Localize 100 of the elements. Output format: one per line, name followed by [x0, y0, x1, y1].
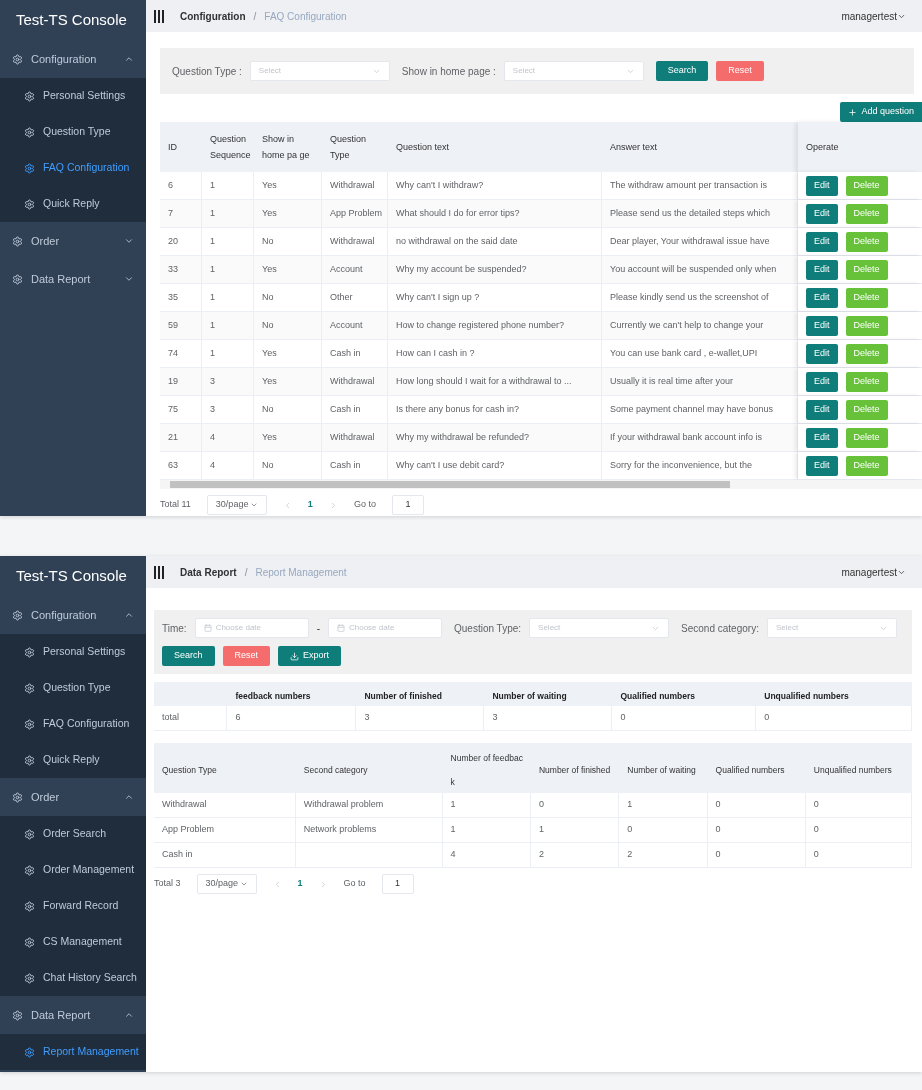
- table-cell: 0: [715, 848, 721, 862]
- sidebar-group[interactable]: Order: [0, 778, 146, 816]
- table-cell-text: 21: [168, 430, 178, 444]
- app-title: Test-TS Console: [16, 565, 127, 586]
- edit-button[interactable]: Edit: [806, 399, 838, 420]
- goto-field[interactable]: 1: [381, 874, 414, 894]
- sidebar-item[interactable]: FAQ Configuration: [0, 706, 146, 742]
- chevron-down-icon: [124, 236, 134, 246]
- edit-button[interactable]: Edit: [806, 343, 838, 364]
- edit-button[interactable]: Edit: [806, 231, 838, 252]
- table-cell-text: 6: [168, 178, 173, 192]
- gear-icon: [12, 273, 23, 285]
- column-header: Qualified numbers: [715, 765, 785, 775]
- sidebar-group[interactable]: Configuration: [0, 40, 146, 78]
- edit-button[interactable]: Edit: [806, 455, 838, 476]
- edit-button[interactable]: Edit: [806, 175, 838, 196]
- page-number[interactable]: 1: [297, 877, 303, 891]
- table-cell-text: 75: [168, 402, 178, 416]
- add-question-button[interactable]: Add question: [840, 102, 922, 122]
- reset-button[interactable]: Reset: [716, 61, 764, 81]
- breadcrumb-item[interactable]: Configuration: [180, 8, 246, 24]
- user-menu[interactable]: managertest: [841, 8, 914, 24]
- filter-label: Second category:: [681, 621, 759, 636]
- sidebar-item[interactable]: Question Type: [0, 670, 146, 706]
- table-cell-text: 63: [168, 458, 178, 472]
- menu-icon[interactable]: [154, 9, 164, 23]
- table-cell-text: 1: [210, 318, 215, 332]
- gear-icon: [24, 198, 35, 210]
- chevron-down-icon: [124, 274, 134, 284]
- user-menu[interactable]: managertest: [841, 564, 914, 580]
- sidebar-item[interactable]: Quick Reply: [0, 186, 146, 222]
- goto-field[interactable]: 1: [391, 495, 424, 515]
- gear-icon: [24, 682, 35, 694]
- table-cell-text: Yes: [262, 262, 277, 276]
- sidebar-item[interactable]: Personal Settings: [0, 634, 146, 670]
- filter-label: Time:: [162, 621, 187, 636]
- breadcrumb-item: Report Management: [255, 565, 347, 580]
- sidebar-item[interactable]: Personal Settings: [0, 78, 146, 114]
- gear-icon: [24, 90, 35, 102]
- table-cell-text: 1: [210, 346, 215, 360]
- table-cell-text: 3: [210, 402, 215, 416]
- table-cell-text: 1: [210, 206, 215, 220]
- sidebar-group[interactable]: Data Report: [0, 996, 146, 1034]
- sidebar-item[interactable]: Order Management: [0, 852, 146, 888]
- table-cell-text: Why my withdrawal be refunded?: [396, 430, 530, 444]
- edit-button[interactable]: Edit: [806, 427, 838, 448]
- sidebar-item[interactable]: Report Management: [0, 1034, 146, 1070]
- total-count: Total 3: [154, 877, 181, 891]
- page-size-select[interactable]: 30/page: [206, 495, 267, 515]
- table-cell-text: Some payment channel may have bonus: [610, 402, 774, 416]
- edit-button[interactable]: Edit: [806, 371, 838, 392]
- sidebar-item[interactable]: Quick Reply: [0, 742, 146, 778]
- table-cell-text: Why can't I sign up ?: [396, 290, 480, 304]
- table-cell-text: Please kindly send us the screenshot of: [610, 290, 769, 304]
- table-cell-text: Account: [330, 262, 363, 276]
- table-cell: 3: [492, 711, 498, 725]
- horizontal-scrollbar[interactable]: [160, 480, 922, 489]
- gear-icon: [12, 609, 23, 621]
- gear-icon: [24, 1046, 35, 1058]
- table-cell-text: 19: [168, 374, 178, 388]
- date-separator: -: [316, 621, 320, 636]
- sidebar-item[interactable]: Forward Record: [0, 888, 146, 924]
- column-header: Question Sequence: [210, 133, 251, 162]
- page-size-select[interactable]: 30/page: [196, 874, 257, 894]
- page-number[interactable]: 1: [307, 498, 313, 512]
- reset-button[interactable]: Reset: [222, 646, 271, 666]
- table-cell-text: Why can't I use debit card?: [396, 458, 505, 472]
- edit-button[interactable]: Edit: [806, 203, 838, 224]
- search-button[interactable]: Search: [655, 61, 709, 81]
- column-header: Operate: [806, 141, 839, 154]
- table-cell: 3: [364, 711, 370, 725]
- column-header: Number of finished: [364, 691, 442, 701]
- chevron-up-icon: [124, 610, 134, 620]
- sidebar-group[interactable]: Configuration: [0, 596, 146, 634]
- table-cell-text: 35: [168, 290, 178, 304]
- table-cell: 0: [715, 823, 721, 837]
- edit-button[interactable]: Edit: [806, 315, 838, 336]
- table-cell: 4: [450, 848, 456, 862]
- table-cell-text: 4: [210, 458, 215, 472]
- search-button[interactable]: Search: [162, 646, 215, 666]
- table-cell: 0: [813, 798, 819, 812]
- edit-button[interactable]: Edit: [806, 259, 838, 280]
- table-cell: App Problem: [162, 823, 215, 837]
- table-cell-text: 59: [168, 318, 178, 332]
- column-header: ID: [168, 141, 177, 154]
- sidebar-item[interactable]: Question Type: [0, 114, 146, 150]
- edit-button[interactable]: Edit: [806, 287, 838, 308]
- sidebar-group[interactable]: Data Report: [0, 260, 146, 298]
- sidebar-item[interactable]: Order Search: [0, 816, 146, 852]
- sidebar-item[interactable]: CS Management: [0, 924, 146, 960]
- menu-icon[interactable]: [154, 565, 164, 579]
- sidebar-item[interactable]: FAQ Configuration: [0, 150, 146, 186]
- table-cell-text: Please send us the detailed steps which: [610, 206, 771, 220]
- table-cell-text: Why my account be suspended?: [396, 262, 527, 276]
- export-button[interactable]: Export: [278, 646, 342, 666]
- breadcrumb-item[interactable]: Data Report: [180, 564, 237, 580]
- sidebar-group[interactable]: Order: [0, 222, 146, 260]
- column-header: Question text: [396, 141, 450, 154]
- sidebar-item[interactable]: Chat History Search: [0, 960, 146, 996]
- column-header: Qualified numbers: [620, 691, 696, 701]
